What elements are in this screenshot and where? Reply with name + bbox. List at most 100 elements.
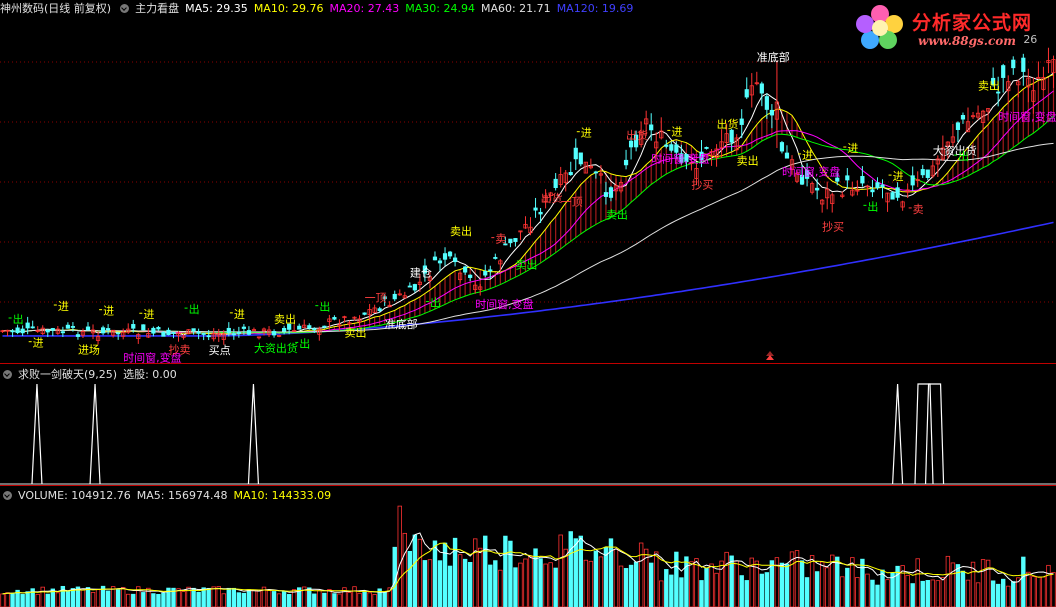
volume-bar	[613, 548, 619, 607]
volume-bar	[553, 567, 558, 607]
candle-body	[463, 266, 468, 273]
candle-body	[15, 327, 20, 333]
signal-label: 进	[103, 305, 114, 318]
candle-body	[241, 326, 246, 329]
signal-label: 进	[234, 308, 245, 321]
volume-bar	[975, 582, 981, 607]
volume-bar	[216, 586, 221, 607]
signal-label: 卖出	[606, 208, 628, 222]
signal-spike	[914, 383, 934, 485]
volume-bar	[940, 577, 946, 607]
signal-label: 出	[13, 312, 24, 326]
candle-body	[50, 328, 55, 331]
signal-label: 卖出	[978, 78, 1000, 92]
candle-body	[226, 327, 231, 334]
candle-body	[131, 324, 136, 329]
volume-bar	[890, 572, 895, 607]
volume-bar	[161, 592, 166, 607]
volume-bar	[618, 565, 624, 607]
volume-bar	[804, 577, 810, 607]
main-header: 神州数码(日线 前复权) 主力看盘 MA5: 29.35 MA10: 29.76…	[0, 0, 639, 16]
volume-bar	[357, 592, 362, 607]
volume-bar	[995, 583, 1001, 607]
volume-bar	[498, 569, 503, 607]
volume-bar	[121, 587, 126, 607]
volume-bar	[322, 592, 327, 607]
volume-bar	[382, 591, 387, 607]
dropdown-icon[interactable]	[3, 369, 12, 379]
candle-body	[835, 177, 840, 182]
volume-bar	[980, 559, 986, 607]
volume-bar	[55, 592, 61, 607]
volume-bar	[654, 551, 659, 607]
candle-body	[1001, 65, 1006, 78]
volume-bar	[417, 538, 423, 607]
volume-bar	[95, 589, 101, 607]
volume-bar	[452, 537, 458, 607]
indicator-name[interactable]: 主力看盘	[135, 0, 179, 16]
volume-bar	[337, 593, 342, 607]
candle-body	[171, 332, 176, 334]
candle-body	[206, 335, 211, 338]
volume-bar	[669, 574, 674, 607]
volume-bar	[156, 593, 161, 607]
volume-bar	[744, 580, 749, 607]
volume-bar	[825, 567, 830, 607]
candle-body	[925, 169, 930, 178]
stock-title: 神州数码(日线 前复权)	[0, 2, 112, 15]
signal-label: 一顶	[365, 291, 387, 304]
volume-bar	[518, 562, 523, 607]
candle-body	[568, 172, 573, 176]
signal-label: 时间窗,变盘	[651, 152, 710, 166]
signal-label: 进场	[78, 343, 100, 357]
dropdown-icon[interactable]	[3, 490, 12, 500]
candle-body	[377, 308, 382, 312]
volume-bar	[20, 594, 25, 607]
volume-bar	[548, 562, 553, 607]
sub-indicator-value: 选股: 0.00	[123, 368, 177, 381]
candle-body	[649, 124, 654, 131]
signal-label: 出	[319, 300, 330, 314]
volume-bar	[493, 560, 498, 607]
volume-bar	[226, 587, 231, 607]
ma20-label: MA20: 27.43	[329, 1, 400, 15]
candle-body	[784, 152, 790, 159]
signal-label: 时间窗,变盘	[475, 297, 534, 311]
volume-bar	[965, 579, 971, 607]
signal-label: 出	[299, 336, 310, 350]
volume-bar	[1051, 572, 1056, 607]
volume-bar	[85, 587, 91, 607]
signal-label: 抄买	[691, 177, 713, 191]
candle-body	[875, 182, 880, 189]
candle-body	[880, 184, 885, 188]
volume-bar	[422, 560, 428, 607]
volume-bar	[10, 592, 15, 607]
sub-indicator-name[interactable]: 求败一剑破天(9,25)	[18, 366, 117, 382]
signal-spike	[89, 383, 101, 485]
candle-body	[447, 251, 453, 257]
signal-label: 卖出	[737, 154, 759, 168]
volume-bar	[488, 564, 493, 607]
volume-bar	[563, 548, 568, 607]
sub-header: 求败一剑破天(9,25) 选股: 0.00	[0, 366, 183, 382]
volume-bar	[236, 592, 242, 607]
stock-chart[interactable]: 出进进进场进时间窗,变盘进抄卖出买点进大资出货卖出出出卖出一顶准底部建仓出卖出时…	[0, 0, 1056, 607]
candle-body	[452, 257, 458, 263]
volume-bar	[211, 586, 216, 607]
volume-bar	[462, 558, 468, 607]
volume-bar	[568, 531, 573, 607]
candle-body	[271, 331, 277, 336]
volume-bar	[950, 562, 956, 607]
signal-label: 卖出	[344, 326, 366, 340]
volume-header: VOLUME: 104912.76 MA5: 156974.48 MA10: 1…	[0, 487, 337, 503]
candle-body	[231, 333, 236, 336]
volume-bar	[809, 555, 815, 607]
volume-bar	[870, 579, 875, 607]
volume-bar	[845, 567, 850, 607]
dropdown-icon[interactable]	[120, 3, 130, 13]
candle-body	[664, 144, 669, 147]
volume-bar	[271, 591, 277, 607]
volume-bar	[794, 550, 800, 607]
candle-body	[890, 192, 895, 200]
volume-bar	[930, 579, 935, 607]
